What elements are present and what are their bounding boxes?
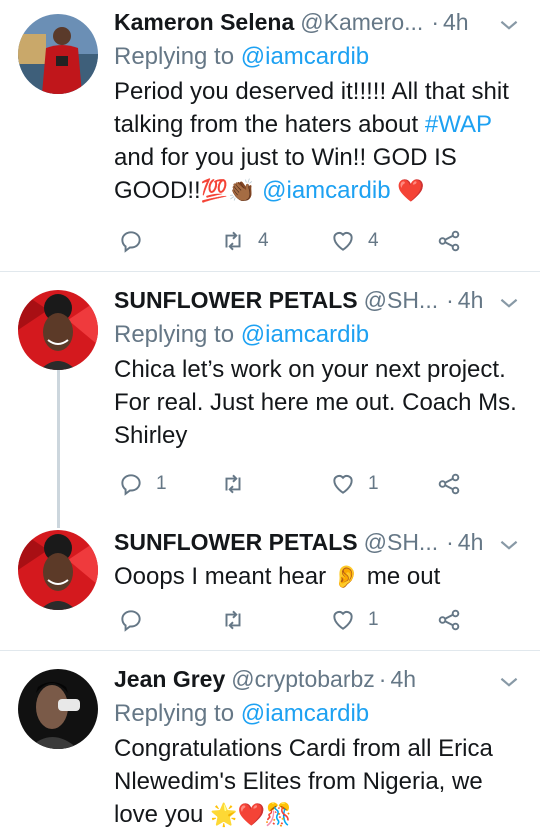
separator-dot: · <box>446 287 454 313</box>
retweet-icon <box>225 231 241 251</box>
user-handle[interactable]: @Kamero... <box>300 6 423 38</box>
tweet-jean-grey[interactable]: Jean Grey @cryptobarbz · 4h Replying to … <box>0 651 540 837</box>
heart-emoji: ❤️ <box>397 178 425 203</box>
emoji: 💯👏🏾 <box>200 178 256 203</box>
replying-to-mention[interactable]: @iamcardib <box>241 321 369 348</box>
avatar[interactable] <box>18 290 98 370</box>
chevron-down-icon[interactable] <box>496 532 522 558</box>
avatar[interactable] <box>18 530 98 610</box>
ear-emoji: 👂 <box>332 564 361 589</box>
tweet-actions: 1 1 <box>118 469 478 499</box>
display-name[interactable]: SUNFLOWER PETALS <box>114 526 358 558</box>
avatar[interactable] <box>18 669 98 749</box>
share-button[interactable] <box>436 228 462 254</box>
like-icon <box>333 610 353 630</box>
timestamp[interactable]: 4h <box>443 6 469 38</box>
tweet-header: SUNFLOWER PETALS @SH... · 4h <box>114 526 522 558</box>
share-button[interactable] <box>436 471 462 497</box>
like-button[interactable]: 1 <box>330 471 379 497</box>
chevron-down-icon[interactable] <box>496 669 522 695</box>
retweet-icon <box>225 474 241 494</box>
timestamp[interactable]: 4h <box>458 526 484 558</box>
tweet-text: Ooops I meant hear 👂 me out <box>114 560 522 593</box>
separator-dot: · <box>378 666 387 692</box>
replying-to-label: Replying to <box>114 43 235 70</box>
tweet-header: Kameron Selena @Kamero... · 4h <box>114 6 522 38</box>
display-name[interactable]: SUNFLOWER PETALS <box>114 284 358 316</box>
tweet-actions: 4 4 <box>118 226 478 256</box>
share-icon <box>438 473 460 495</box>
reply-icon <box>121 231 141 253</box>
like-button[interactable]: 4 <box>330 228 379 254</box>
like-count: 1 <box>368 609 379 630</box>
retweet-count: 4 <box>258 230 269 251</box>
replying-to-mention[interactable]: @iamcardib <box>241 700 369 727</box>
user-handle[interactable]: @SH... <box>364 526 438 558</box>
timestamp[interactable]: 4h <box>390 663 416 695</box>
tweet-text-part: Congratulations Cardi from all Erica Nle… <box>114 735 493 828</box>
retweet-icon <box>225 610 241 630</box>
tweet-actions: 1 <box>118 605 478 635</box>
tweet-text: Period you deserved it!!!!! All that shi… <box>114 75 522 207</box>
tweet-header: Jean Grey @cryptobarbz · 4h <box>114 663 522 695</box>
tweet-sunflower-petals-1[interactable]: SUNFLOWER PETALS @SH... · 4h Replying to… <box>0 272 540 514</box>
share-icon <box>438 230 460 252</box>
retweet-button[interactable]: 4 <box>220 228 269 254</box>
like-count: 4 <box>368 230 379 251</box>
like-icon <box>333 474 353 494</box>
share-icon <box>438 609 460 631</box>
user-handle[interactable]: @cryptobarbz <box>231 663 375 695</box>
chevron-down-icon[interactable] <box>496 290 522 316</box>
reply-button[interactable] <box>118 228 156 254</box>
replying-to: Replying to @iamcardib <box>114 697 522 731</box>
like-icon <box>333 231 353 251</box>
avatar[interactable] <box>18 14 98 94</box>
mention-link[interactable]: @iamcardib <box>262 177 390 204</box>
reply-icon <box>121 610 141 632</box>
reply-icon <box>121 474 141 496</box>
like-count: 1 <box>368 473 379 494</box>
replying-to-label: Replying to <box>114 321 235 348</box>
share-button[interactable] <box>436 607 462 633</box>
separator-dot: · <box>431 9 439 35</box>
reply-button[interactable]: 1 <box>118 471 167 497</box>
timestamp[interactable]: 4h <box>458 284 484 316</box>
reply-button[interactable] <box>118 607 156 633</box>
separator-dot: · <box>446 529 454 555</box>
tweet-text-part: Ooops I meant hear <box>114 563 333 590</box>
tweet-kameron-selena[interactable]: Kameron Selena @Kamero... · 4h Replying … <box>0 0 540 271</box>
replying-to-label: Replying to <box>114 700 235 727</box>
tweet-text: Congratulations Cardi from all Erica Nle… <box>114 732 522 831</box>
like-button[interactable]: 1 <box>330 607 379 633</box>
emoji: 🌟❤️🎊 <box>210 802 293 827</box>
tweet-sunflower-petals-2[interactable]: SUNFLOWER PETALS @SH... · 4h Ooops I mea… <box>0 516 540 650</box>
chevron-down-icon[interactable] <box>496 12 522 38</box>
replying-to-mention[interactable]: @iamcardib <box>241 43 369 70</box>
tweet-text: Chica let’s work on your next project. F… <box>114 356 517 449</box>
hashtag-link[interactable]: #WAP <box>425 111 492 138</box>
tweet-text-part: me out <box>360 563 441 590</box>
reply-count: 1 <box>156 473 167 494</box>
user-handle[interactable]: @SH... <box>364 284 438 316</box>
retweet-button[interactable] <box>220 471 258 497</box>
retweet-button[interactable] <box>220 607 258 633</box>
tweet-header: SUNFLOWER PETALS @SH... · 4h <box>114 284 522 316</box>
display-name[interactable]: Kameron Selena <box>114 6 294 38</box>
replying-to: Replying to @iamcardib <box>114 40 522 74</box>
replying-to: Replying to @iamcardib <box>114 318 522 352</box>
display-name[interactable]: Jean Grey <box>114 663 225 695</box>
